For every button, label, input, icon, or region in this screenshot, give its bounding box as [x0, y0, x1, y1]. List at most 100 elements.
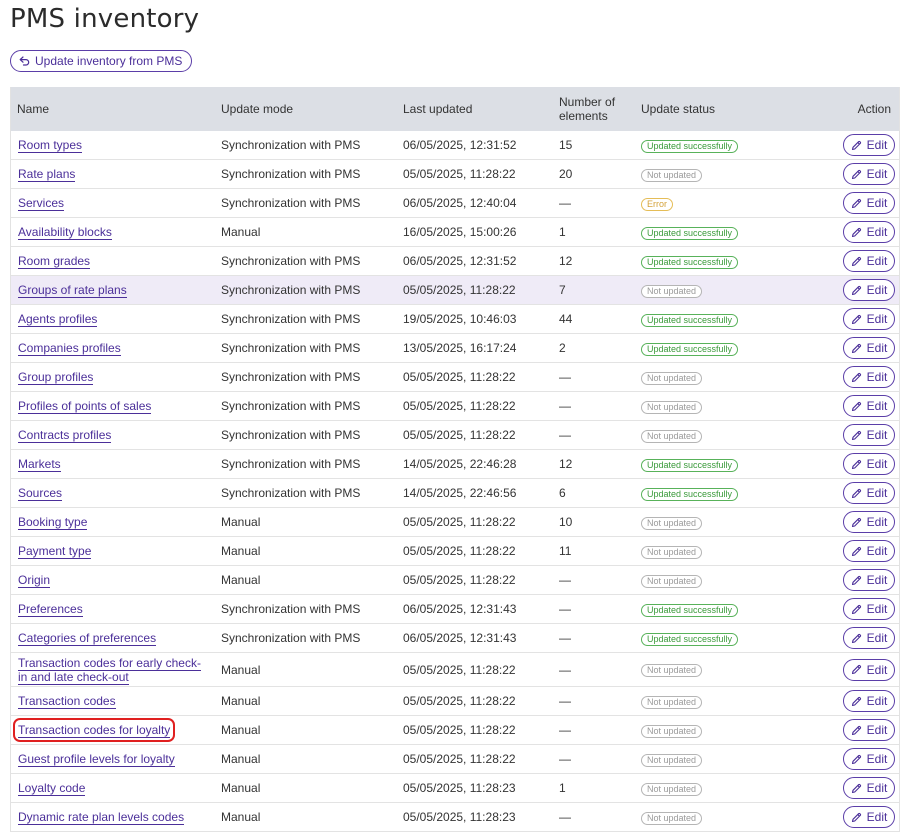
- inventory-name-link[interactable]: Transaction codes: [18, 694, 116, 709]
- cell-update-mode: Manual: [211, 652, 393, 687]
- edit-button[interactable]: Edit: [843, 424, 895, 446]
- column-header-number-of-elements[interactable]: Number of elements: [549, 87, 631, 131]
- cell-name: Dynamic rate plan levels codes: [11, 802, 211, 832]
- edit-button[interactable]: Edit: [843, 511, 895, 533]
- cell-update-mode: Synchronization with PMS: [211, 246, 393, 276]
- cell-number-of-elements: —: [549, 652, 631, 687]
- cell-action: Edit: [791, 623, 899, 653]
- cell-number-of-elements: 12: [549, 246, 631, 276]
- inventory-name-link[interactable]: Transaction codes for loyalty: [18, 723, 171, 738]
- table-row: Markets Synchronization with PMS 14/05/202…: [11, 449, 899, 479]
- cell-update-status: Updated successfully: [631, 594, 791, 624]
- table-row: Room grades Synchronization with PMS 06/05…: [11, 246, 899, 276]
- table-row: Profiles of points of sales Synchronizati…: [11, 391, 899, 421]
- inventory-name-link[interactable]: Transaction codes for early check-in and…: [18, 655, 201, 685]
- pencil-icon: [851, 401, 862, 412]
- cell-update-mode: Synchronization with PMS: [211, 159, 393, 189]
- cell-action: Edit: [791, 420, 899, 450]
- edit-label: Edit: [866, 138, 888, 152]
- cell-action: Edit: [791, 594, 899, 624]
- edit-button[interactable]: Edit: [843, 395, 895, 417]
- edit-button[interactable]: Edit: [843, 221, 895, 243]
- inventory-name-link[interactable]: Dynamic rate plan levels codes: [18, 810, 185, 825]
- edit-button[interactable]: Edit: [843, 250, 895, 272]
- edit-label: Edit: [866, 225, 888, 239]
- cell-name: Booking type: [11, 507, 211, 537]
- edit-label: Edit: [866, 662, 888, 677]
- edit-label: Edit: [866, 781, 888, 795]
- cell-update-status: Not updated: [631, 391, 791, 421]
- update-inventory-button[interactable]: Update inventory from PMS: [10, 50, 193, 72]
- edit-button[interactable]: Edit: [843, 658, 895, 681]
- cell-update-mode: Synchronization with PMS: [211, 188, 393, 218]
- cell-number-of-elements: —: [549, 686, 631, 716]
- cell-name: Transaction codes for early check-in and…: [11, 652, 211, 687]
- cell-name: Group profiles: [11, 362, 211, 392]
- edit-button[interactable]: Edit: [843, 134, 895, 156]
- inventory-name-link[interactable]: Rate plans: [18, 167, 76, 182]
- pencil-icon: [851, 256, 862, 267]
- status-badge: Not updated: [641, 545, 703, 559]
- edit-button[interactable]: Edit: [843, 453, 895, 475]
- edit-button[interactable]: Edit: [843, 719, 895, 741]
- cell-last-updated: 06/05/2025, 12:31:52: [393, 131, 549, 160]
- edit-button[interactable]: Edit: [843, 627, 895, 649]
- highlight-box: Transaction codes for loyalty: [12, 718, 176, 742]
- inventory-name-link[interactable]: Loyalty code: [18, 781, 86, 796]
- column-header-update-status[interactable]: Update status: [631, 87, 791, 131]
- inventory-name-link[interactable]: Room types: [18, 138, 83, 153]
- inventory-name-link[interactable]: Groups of rate plans: [18, 283, 127, 298]
- inventory-name-link[interactable]: Services: [18, 196, 65, 211]
- cell-update-mode: Manual: [211, 507, 393, 537]
- column-header-update-mode[interactable]: Update mode: [211, 87, 393, 131]
- edit-button[interactable]: Edit: [843, 366, 895, 388]
- inventory-name-link[interactable]: Contracts profiles: [18, 428, 112, 443]
- status-badge: Not updated: [641, 811, 703, 825]
- edit-button[interactable]: Edit: [843, 192, 895, 214]
- edit-button[interactable]: Edit: [843, 540, 895, 562]
- inventory-name-link[interactable]: Guest profile levels for loyalty: [18, 752, 175, 767]
- column-header-name[interactable]: Name: [11, 87, 211, 131]
- pencil-icon: [851, 227, 862, 238]
- cell-update-status: Not updated: [631, 744, 791, 774]
- inventory-name-link[interactable]: Markets: [18, 457, 61, 472]
- inventory-name-link[interactable]: Room grades: [18, 254, 91, 269]
- cell-action: Edit: [791, 773, 899, 803]
- status-badge: Not updated: [641, 371, 703, 385]
- inventory-name-link[interactable]: Categories of preferences: [18, 631, 157, 646]
- inventory-name-link[interactable]: Payment type: [18, 544, 92, 559]
- column-header-last-updated[interactable]: Last updated: [393, 87, 549, 131]
- edit-button[interactable]: Edit: [843, 308, 895, 330]
- inventory-name-link[interactable]: Profiles of points of sales: [18, 399, 152, 414]
- inventory-name-link[interactable]: Sources: [18, 486, 63, 501]
- cell-update-status: Not updated: [631, 773, 791, 803]
- cell-action: Edit: [791, 536, 899, 566]
- table-row: Availability blocks Manual 16/05/2025, 15:…: [11, 217, 899, 247]
- cell-action: Edit: [791, 159, 899, 189]
- edit-button[interactable]: Edit: [843, 690, 895, 712]
- edit-button[interactable]: Edit: [843, 482, 895, 504]
- inventory-name-link[interactable]: Booking type: [18, 515, 88, 530]
- edit-button[interactable]: Edit: [843, 569, 895, 591]
- edit-button[interactable]: Edit: [843, 279, 895, 301]
- inventory-name-link[interactable]: Availability blocks: [18, 225, 112, 240]
- inventory-name-link[interactable]: Group profiles: [18, 370, 94, 385]
- inventory-name-link[interactable]: Origin: [18, 573, 51, 588]
- cell-update-mode: Manual: [211, 744, 393, 774]
- edit-button[interactable]: Edit: [843, 806, 895, 828]
- edit-button[interactable]: Edit: [843, 163, 895, 185]
- cell-action: Edit: [791, 802, 899, 832]
- inventory-name-link[interactable]: Companies profiles: [18, 341, 121, 356]
- edit-label: Edit: [866, 370, 888, 384]
- edit-label: Edit: [866, 283, 888, 297]
- table-row: Categories of preferences Synchronization…: [11, 623, 899, 653]
- cell-action: Edit: [791, 744, 899, 774]
- edit-button[interactable]: Edit: [843, 598, 895, 620]
- edit-button[interactable]: Edit: [843, 748, 895, 770]
- cell-last-updated: 05/05/2025, 11:28:22: [393, 715, 549, 745]
- edit-button[interactable]: Edit: [843, 777, 895, 799]
- cell-number-of-elements: 20: [549, 159, 631, 189]
- inventory-name-link[interactable]: Agents profiles: [18, 312, 98, 327]
- edit-button[interactable]: Edit: [843, 337, 895, 359]
- inventory-name-link[interactable]: Preferences: [18, 602, 83, 617]
